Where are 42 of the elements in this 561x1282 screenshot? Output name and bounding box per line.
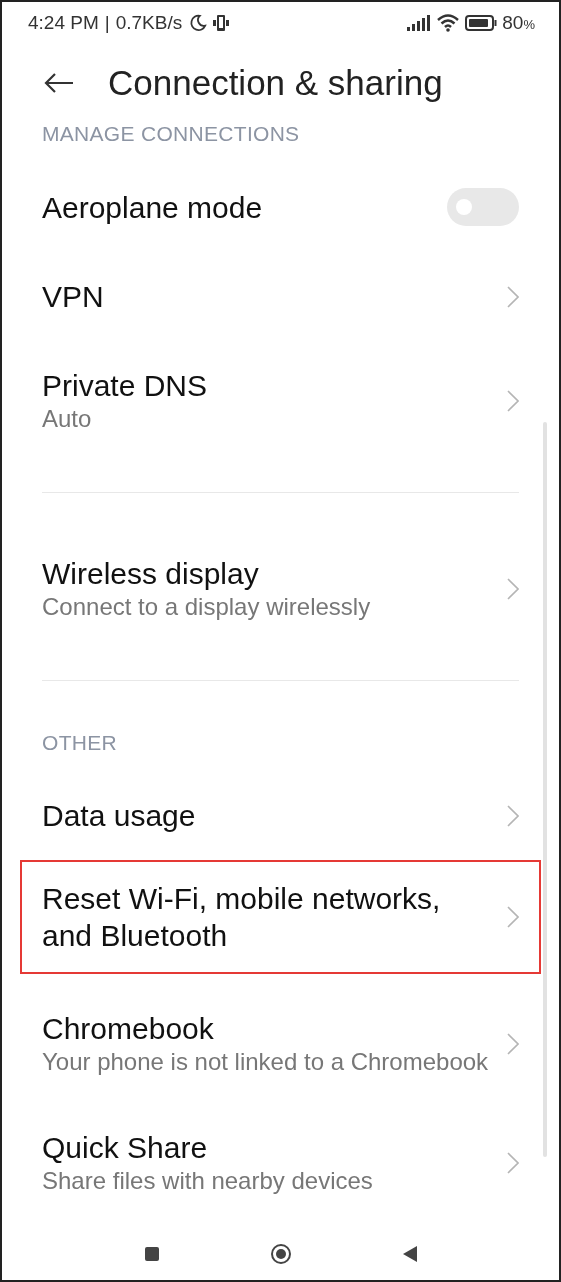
home-button[interactable]: [269, 1243, 292, 1265]
network-speed: 0.7KB/s: [115, 12, 183, 34]
chevron-icon: [507, 577, 519, 600]
row-subtitle: Share files with nearby devices: [42, 1166, 374, 1196]
row-title: Quick Share: [42, 1130, 209, 1166]
status-time: 4:24 PM: [28, 12, 99, 34]
signal-icon: [407, 15, 432, 31]
row-subtitle: Connect to a display wirelessly: [42, 592, 372, 622]
battery-icon: [465, 15, 498, 31]
section-header: MANAGE CONNECTIONS: [41, 122, 301, 146]
section-header: OTHER: [41, 731, 118, 755]
status-separator: |: [104, 12, 110, 34]
row-title: VPN: [42, 279, 105, 315]
row-title: Reset Wi-Fi, mobile networks, and Bluetooth: [42, 881, 442, 954]
phone-icon: [212, 14, 231, 32]
settings-row[interactable]: VPN: [2, 252, 559, 341]
screen-title: Connection & sharing: [108, 63, 443, 103]
row-title: Data usage: [42, 798, 197, 834]
wifi-icon: [436, 14, 461, 32]
chevron-icon: [507, 285, 519, 308]
chevron-icon: [507, 1151, 519, 1174]
chevron-icon: [507, 906, 519, 928]
settings-row[interactable]: Data usage: [2, 771, 559, 860]
back-nav-button[interactable]: [401, 1245, 418, 1263]
settings-row[interactable]: Aeroplane mode: [2, 162, 559, 252]
battery-percent: 80%: [502, 12, 535, 34]
settings-row[interactable]: Private DNS Auto: [2, 341, 559, 460]
chevron-icon: [507, 1032, 519, 1055]
settings-row[interactable]: Chromebook Your phone is not linked to a Chromebook: [2, 984, 559, 1103]
row-title: Aeroplane mode: [42, 189, 264, 226]
chevron-icon: [507, 804, 519, 827]
row-subtitle: Auto: [42, 404, 93, 434]
row-title: Private DNS: [42, 368, 209, 404]
moon-icon: [189, 14, 208, 32]
recents-button[interactable]: [143, 1246, 160, 1262]
settings-row[interactable]: Wireless display Connect to a display wirelessly: [2, 529, 559, 648]
highlighted-settings-row[interactable]: Reset Wi-Fi, mobile networks, and Bluetooth: [20, 860, 541, 974]
row-title: Chromebook: [42, 1011, 215, 1047]
settings-row[interactable]: Quick Share Share files with nearby devices: [2, 1103, 559, 1222]
row-title: Wireless display: [42, 556, 260, 592]
chevron-icon: [507, 389, 519, 412]
row-subtitle: Your phone is not linked to a Chromebook: [42, 1047, 490, 1077]
